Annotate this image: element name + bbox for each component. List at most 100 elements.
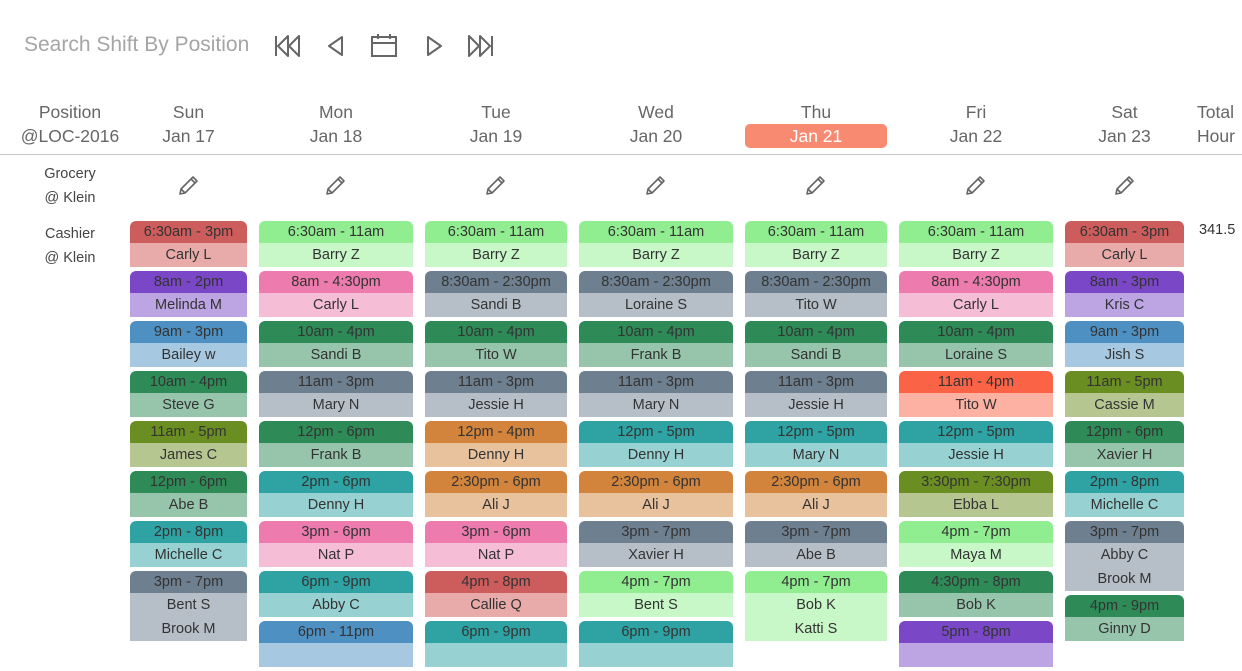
shift-card[interactable]: 6:30am - 11am Barry Z (579, 221, 733, 267)
day-header-sun[interactable]: Sun Jan 17 (130, 100, 247, 148)
shift-card[interactable]: 6:30am - 11am Barry Z (899, 221, 1053, 267)
shift-card[interactable]: 6:30am - 11am Barry Z (259, 221, 413, 267)
shift-card[interactable]: 8:30am - 2:30pm Sandi B (425, 271, 567, 317)
pencil-icon (806, 176, 825, 195)
day-header-tue[interactable]: Tue Jan 19 (425, 100, 567, 148)
shift-card[interactable]: 3pm - 7pm Bent S Brook M (130, 571, 247, 641)
shift-column-thu: 6:30am - 11am Barry Z 8:30am - 2:30pm Tito … (745, 221, 887, 645)
shift-card[interactable]: 12pm - 4pm Denny H (425, 421, 567, 467)
shift-card[interactable]: 3pm - 6pm Nat P (259, 521, 413, 567)
last-week-button[interactable] (465, 30, 497, 62)
shift-time: 12pm - 5pm (579, 421, 733, 443)
shift-card[interactable]: 10am - 4pm Frank B (579, 321, 733, 367)
shift-card[interactable]: 11am - 4pm Tito W (899, 371, 1053, 417)
day-name: Sun (172, 102, 205, 122)
shift-card[interactable]: 10am - 4pm Tito W (425, 321, 567, 367)
shift-card[interactable]: 4pm - 7pm Maya M (899, 521, 1053, 567)
shift-card[interactable]: 12pm - 5pm Jessie H (899, 421, 1053, 467)
shift-card[interactable]: 9am - 3pm Jish S (1065, 321, 1184, 367)
shift-card[interactable]: 11am - 3pm Mary N (259, 371, 413, 417)
calendar-button[interactable] (368, 30, 400, 62)
shift-card[interactable]: 2:30pm - 6pm Ali J (579, 471, 733, 517)
edit-grocery-tue-button[interactable] (483, 172, 509, 198)
edit-grocery-wed-button[interactable] (643, 172, 669, 198)
position-name: Grocery (44, 166, 96, 182)
position-location: @ Klein (44, 190, 96, 206)
shift-column-sun: 6:30am - 3pm Carly L 8am - 2pm Melinda M 9am… (130, 221, 247, 645)
shift-card[interactable]: 4pm - 7pm Bent S (579, 571, 733, 617)
shift-card[interactable]: 6pm - 9pm (579, 621, 733, 667)
edit-grocery-mon-button[interactable] (323, 172, 349, 198)
shift-card[interactable]: 12pm - 5pm Denny H (579, 421, 733, 467)
day-header-fri[interactable]: Fri Jan 22 (899, 100, 1053, 148)
pencil-icon (1115, 176, 1134, 195)
next-week-button[interactable] (418, 30, 450, 62)
shift-time: 4pm - 7pm (579, 571, 733, 593)
shift-card[interactable]: 2:30pm - 6pm Ali J (745, 471, 887, 517)
shift-card[interactable]: 8am - 4:30pm Carly L (259, 271, 413, 317)
shift-card[interactable]: 6:30am - 11am Barry Z (425, 221, 567, 267)
shift-card[interactable]: 2pm - 6pm Denny H (259, 471, 413, 517)
edit-grocery-thu-button[interactable] (803, 172, 829, 198)
shift-card[interactable]: 4pm - 7pm Bob K Katti S (745, 571, 887, 641)
day-header-mon[interactable]: Mon Jan 18 (259, 100, 413, 148)
shift-time: 11am - 3pm (425, 371, 567, 393)
shift-card[interactable]: 12pm - 6pm Frank B (259, 421, 413, 467)
shift-card[interactable]: 3:30pm - 7:30pm Ebba L (899, 471, 1053, 517)
day-header-sat[interactable]: Sat Jan 23 (1065, 100, 1184, 148)
shift-card[interactable]: 10am - 4pm Loraine S (899, 321, 1053, 367)
shift-card[interactable]: 10am - 4pm Sandi B (259, 321, 413, 367)
shift-time: 4pm - 9pm (1065, 595, 1184, 617)
shift-card[interactable]: 11am - 5pm James C (130, 421, 247, 467)
shift-card[interactable]: 4pm - 8pm Callie Q (425, 571, 567, 617)
shift-card[interactable]: 6:30am - 3pm Carly L (130, 221, 247, 267)
shift-card[interactable]: 11am - 3pm Mary N (579, 371, 733, 417)
shift-time: 3pm - 6pm (425, 521, 567, 543)
shift-card[interactable]: 3pm - 6pm Nat P (425, 521, 567, 567)
day-header-wed[interactable]: Wed Jan 20 (579, 100, 733, 148)
shift-card[interactable]: 12pm - 6pm Xavier H (1065, 421, 1184, 467)
previous-week-button[interactable] (320, 30, 352, 62)
shift-card[interactable]: 4pm - 9pm Ginny D (1065, 595, 1184, 641)
edit-grocery-sun-button[interactable] (176, 172, 202, 198)
shift-employee: Barry Z (579, 243, 733, 267)
calendar-icon (371, 34, 397, 57)
shift-card[interactable]: 8:30am - 2:30pm Loraine S (579, 271, 733, 317)
shift-card[interactable]: 6:30am - 3pm Carly L (1065, 221, 1184, 267)
shift-card[interactable]: 3pm - 7pm Xavier H (579, 521, 733, 567)
shift-card[interactable]: 8am - 2pm Melinda M (130, 271, 247, 317)
shift-card[interactable]: 10am - 4pm Steve G (130, 371, 247, 417)
edit-grocery-sat-button[interactable] (1112, 172, 1138, 198)
edit-grocery-fri-button[interactable] (963, 172, 989, 198)
shift-card[interactable]: 2pm - 8pm Michelle C (1065, 471, 1184, 517)
day-header-thu[interactable]: Thu Jan 21 (745, 100, 887, 148)
shift-card[interactable]: 6pm - 11pm (259, 621, 413, 667)
shift-card[interactable]: 5pm - 8pm (899, 621, 1053, 667)
shift-card[interactable]: 11am - 5pm Cassie M (1065, 371, 1184, 417)
shift-employee: Ali J (579, 493, 733, 517)
shift-card[interactable]: 6:30am - 11am Barry Z (745, 221, 887, 267)
shift-card[interactable]: 9am - 3pm Bailey w (130, 321, 247, 367)
shift-card[interactable]: 12pm - 5pm Mary N (745, 421, 887, 467)
shift-card[interactable]: 3pm - 7pm Abby C Brook M (1065, 521, 1184, 591)
hour-label: Hour (1197, 126, 1235, 146)
shift-card[interactable]: 8am - 3pm Kris C (1065, 271, 1184, 317)
first-week-button[interactable] (271, 30, 303, 62)
shift-card[interactable]: 6pm - 9pm Abby C (259, 571, 413, 617)
shift-employee: Frank B (259, 443, 413, 467)
shift-card[interactable]: 4:30pm - 8pm Bob K (899, 571, 1053, 617)
shift-card[interactable]: 6pm - 9pm (425, 621, 567, 667)
shift-card[interactable]: 8:30am - 2:30pm Tito W (745, 271, 887, 317)
shift-card[interactable]: 10am - 4pm Sandi B (745, 321, 887, 367)
shift-card[interactable]: 11am - 3pm Jessie H (745, 371, 887, 417)
day-name: Wed (638, 102, 674, 122)
shift-card[interactable]: 2:30pm - 6pm Ali J (425, 471, 567, 517)
shift-card[interactable]: 11am - 3pm Jessie H (425, 371, 567, 417)
shift-column-sat: 6:30am - 3pm Carly L 8am - 3pm Kris C 9am - … (1065, 221, 1184, 645)
shift-card[interactable]: 2pm - 8pm Michelle C (130, 521, 247, 567)
shift-employee: Callie Q (425, 593, 567, 617)
shift-card[interactable]: 12pm - 6pm Abe B (130, 471, 247, 517)
shift-employee: Nat P (425, 543, 567, 567)
shift-card[interactable]: 3pm - 7pm Abe B (745, 521, 887, 567)
shift-card[interactable]: 8am - 4:30pm Carly L (899, 271, 1053, 317)
